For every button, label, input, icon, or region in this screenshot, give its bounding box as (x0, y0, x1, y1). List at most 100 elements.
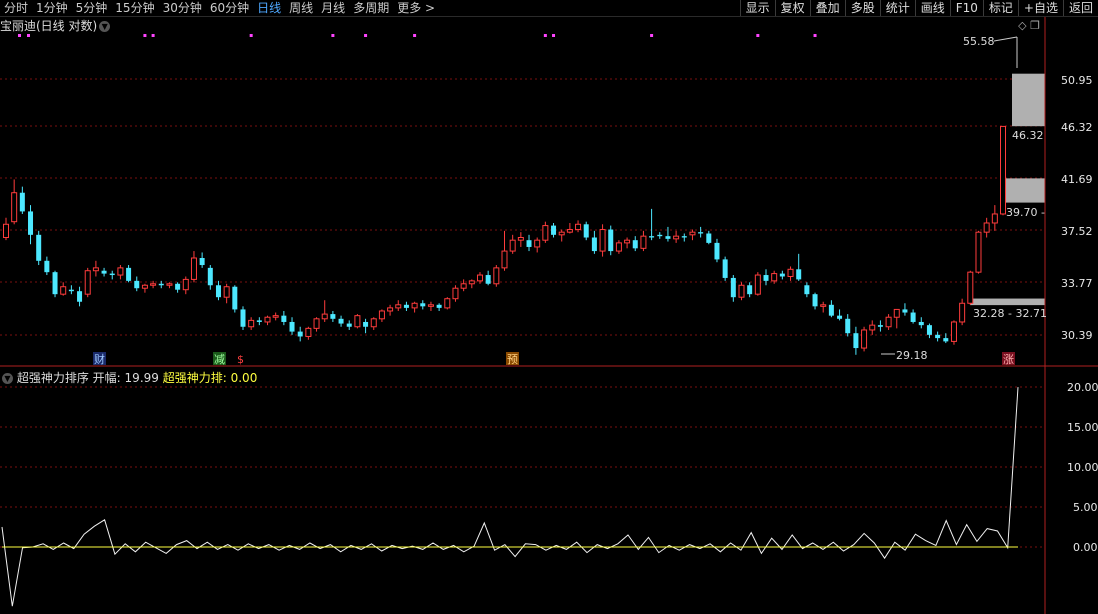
candle-body (223, 286, 230, 298)
candle-body (92, 267, 99, 272)
candle-body (608, 229, 614, 252)
event-label-yu[interactable]: 预 (506, 352, 519, 366)
candle-body (436, 304, 442, 308)
candle-body (722, 259, 728, 278)
candle-body (885, 316, 892, 328)
gap-39-label: 39.70 - (1006, 206, 1045, 219)
candle-body (796, 269, 802, 280)
event-label-text: 涨 (1003, 353, 1014, 366)
candle-body (902, 309, 908, 313)
chevron-down-icon[interactable]: ▼ (99, 21, 111, 32)
indicator-name: 超强神力排序 (16, 371, 89, 385)
candle-body (321, 313, 328, 320)
candle-body (991, 213, 998, 224)
candle-body (305, 327, 312, 337)
high-price-label: 55.58 (963, 35, 995, 48)
candle-body (77, 291, 83, 302)
candle-body (526, 240, 532, 247)
event-label-jian[interactable]: 减 (213, 352, 226, 366)
gap-range-label: 32.28 - 32.71 (973, 307, 1047, 320)
candle-body (36, 234, 42, 261)
candle-body (632, 240, 638, 249)
high-arrow-line (993, 36, 1018, 42)
candle-body (370, 318, 377, 328)
event-dot (27, 34, 30, 37)
candle-body (60, 286, 67, 295)
ind-y-tick-label: 0.00 (1073, 541, 1098, 554)
candle-body (624, 239, 631, 244)
candle-body (117, 267, 124, 276)
series-line-kaifu (1, 387, 1019, 607)
candle-body (640, 235, 647, 249)
candle-body (19, 192, 25, 212)
candle-body (248, 319, 255, 328)
candle-body (175, 283, 181, 290)
indicator-grid (0, 386, 1045, 548)
candle-body (134, 280, 140, 289)
event-label-cai[interactable]: 财 (93, 352, 106, 366)
candle-body (599, 229, 606, 252)
candle-body (232, 286, 238, 310)
candle-body (975, 231, 982, 273)
candle-body (363, 321, 369, 327)
event-dot (364, 34, 368, 37)
candle-body (501, 250, 508, 269)
field-value: 19.99 (124, 371, 159, 385)
candle-body (706, 233, 712, 243)
candle-body (714, 242, 720, 260)
restore-window-icon[interactable]: ❐ (1030, 19, 1040, 32)
event-dot (331, 34, 335, 37)
candle-body (910, 312, 916, 322)
candle-body (689, 231, 696, 236)
candle-body (485, 275, 491, 284)
gap-46-label: 46.32 (1012, 129, 1044, 142)
event-label-text: 财 (94, 352, 105, 366)
chevron-down-icon[interactable]: ▼ (2, 373, 13, 384)
candle-body (190, 257, 197, 280)
event-markers (18, 34, 817, 37)
candle-body (126, 267, 132, 281)
candle-body (1000, 125, 1006, 215)
event-label-zhang[interactable]: 涨 (1002, 352, 1015, 366)
candle-body (109, 273, 115, 276)
ind-y-tick-label: 15.00 (1067, 421, 1098, 434)
candle-body (166, 283, 173, 286)
candle-body (845, 318, 851, 334)
kline-chart[interactable]: 50.95 46.32 41.69 37.52 33.77 30.39 20.0… (0, 0, 1098, 614)
event-label-dollar[interactable]: $ (237, 353, 244, 366)
candle-body (11, 192, 18, 223)
y-tick-label: 33.77 (1061, 277, 1093, 290)
field-label: 开幅: (92, 371, 121, 385)
event-dot (143, 34, 147, 37)
candle-body (264, 316, 271, 323)
candle-body (943, 338, 949, 342)
candle-body (583, 224, 589, 238)
candle-body (893, 308, 900, 318)
middle-gap (1004, 178, 1045, 203)
candle-body (935, 334, 941, 339)
event-dot (18, 34, 21, 37)
candle-body (804, 285, 810, 295)
y-tick-label: 37.52 (1061, 225, 1093, 238)
candle-body (926, 325, 932, 335)
low-price-label: 29.18 (896, 349, 928, 362)
candle-body (983, 222, 990, 233)
candle-body (681, 236, 687, 238)
diamond-icon[interactable]: ◇ (1018, 19, 1026, 32)
candle-body (665, 236, 671, 239)
candle-body (476, 274, 483, 282)
candle-body (346, 323, 352, 327)
event-dot (552, 34, 556, 37)
event-dot (543, 34, 547, 37)
candle-body (763, 275, 769, 281)
event-dot (151, 34, 155, 37)
main-grid (0, 78, 1045, 336)
ind-y-tick-label: 5.00 (1073, 501, 1098, 514)
candle-body (44, 260, 50, 273)
ind-y-tick-label: 20.00 (1067, 381, 1098, 394)
candle-body (771, 273, 778, 282)
candle-body (730, 277, 736, 298)
candlesticks (3, 125, 1006, 355)
candle-body (395, 304, 402, 309)
event-dot (413, 34, 417, 37)
